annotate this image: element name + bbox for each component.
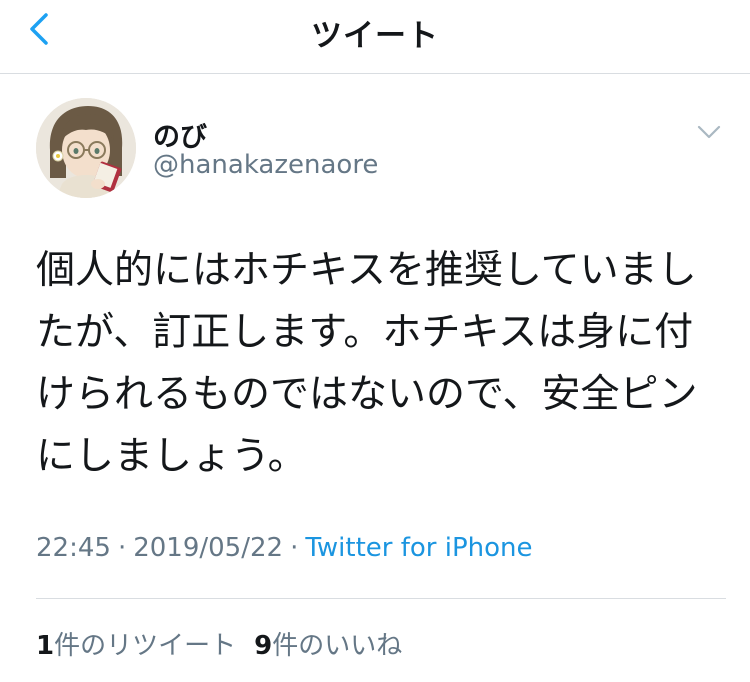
tweet-menu-button[interactable] xyxy=(692,120,726,144)
tweet-date: 2019/05/22 xyxy=(133,533,284,563)
author-handle[interactable]: @hanakazenaore xyxy=(153,150,378,180)
chevron-down-icon xyxy=(697,125,721,139)
avatar-illustration xyxy=(36,98,136,198)
like-label: 件のいいね xyxy=(272,631,403,661)
likes-stat[interactable]: 9件のいいね xyxy=(254,631,402,661)
tweet-stats: 1件のリツイート 9件のいいね xyxy=(36,625,402,662)
like-count: 9 xyxy=(254,631,273,661)
tweet-source-link[interactable]: Twitter for iPhone xyxy=(305,533,532,563)
retweets-stat[interactable]: 1件のリツイート xyxy=(36,631,236,661)
retweet-count: 1 xyxy=(36,631,55,661)
divider xyxy=(36,598,726,599)
tweet-time: 22:45 xyxy=(36,533,111,563)
page-title: ツイート xyxy=(311,18,439,54)
meta-separator: · xyxy=(117,533,127,563)
retweet-label: 件のリツイート xyxy=(54,631,237,661)
avatar[interactable] xyxy=(36,98,136,198)
meta-separator: · xyxy=(290,533,299,563)
tweet-text: 個人的にはホチキスを推奨していましたが、訂正します。ホチキスは身に付けられるもの… xyxy=(36,248,698,479)
navigation-bar: ツイート xyxy=(0,0,750,74)
tweet-meta: 22:45 · 2019/05/22 · Twitter for iPhone xyxy=(36,533,533,563)
author-display-name[interactable]: のび xyxy=(153,115,207,154)
